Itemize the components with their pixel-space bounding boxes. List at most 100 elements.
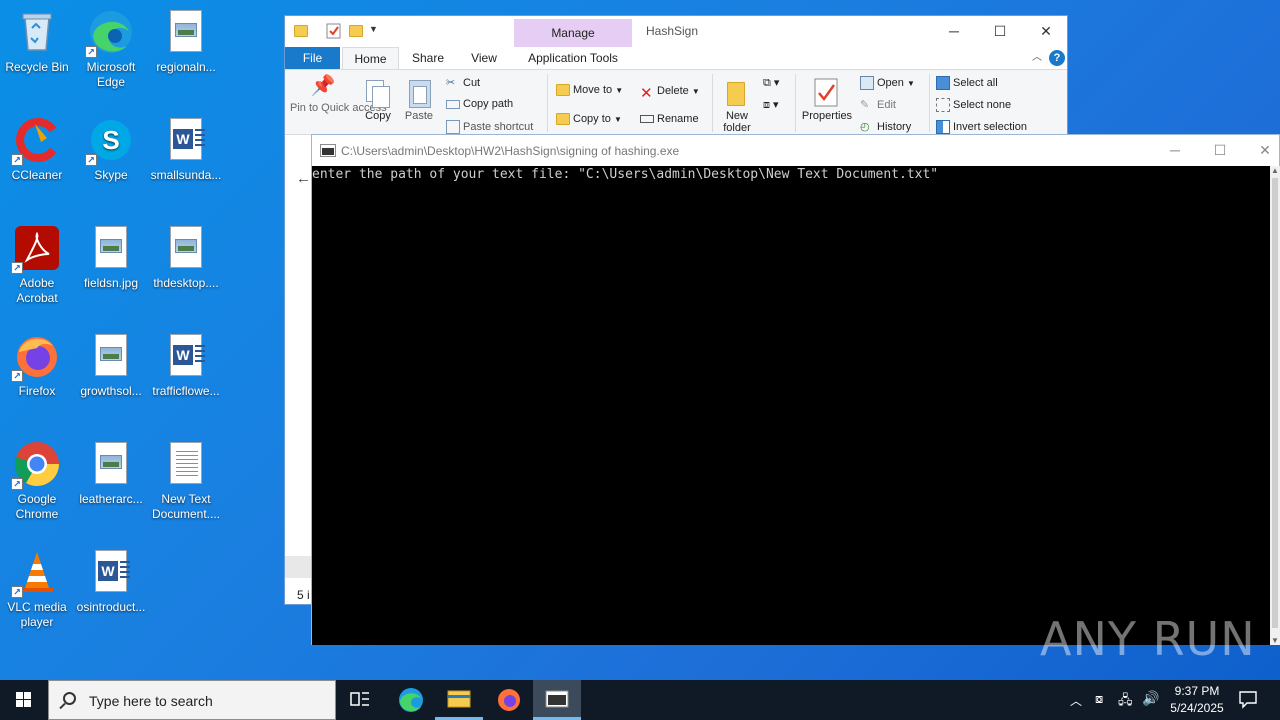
scrollbar-thumb[interactable] bbox=[1272, 178, 1278, 628]
cut-label: Cut bbox=[463, 76, 481, 89]
console-output[interactable]: enter the path of your text file: "C:\Us… bbox=[312, 166, 1270, 645]
desktop-icon-word-file[interactable]: W osintroduct... bbox=[74, 548, 148, 615]
folder-copy-icon bbox=[556, 113, 570, 126]
minimize-button[interactable]: ─ bbox=[1152, 135, 1198, 165]
pin-to-quick-access-button[interactable]: 📌 Pin to Quick access bbox=[290, 76, 387, 114]
desktop-icon-label: New Text Document.... bbox=[151, 492, 221, 521]
taskbar-search-box[interactable]: Type here to search bbox=[48, 680, 336, 720]
maximize-button[interactable]: ☐ bbox=[1197, 135, 1243, 165]
navigation-pane-scrollbar[interactable] bbox=[285, 556, 313, 578]
desktop-icon-microsoft-edge[interactable]: ↗ Microsoft Edge bbox=[74, 8, 148, 90]
ribbon-separator bbox=[547, 74, 548, 132]
chevron-down-icon[interactable]: ▼ bbox=[369, 24, 385, 40]
rename-button[interactable]: Rename bbox=[640, 113, 699, 125]
help-icon[interactable]: ? bbox=[1049, 50, 1065, 66]
move-to-button[interactable]: Move to ▼ bbox=[556, 84, 623, 97]
task-view-button[interactable] bbox=[336, 680, 384, 720]
status-bar-item-count: 5 i bbox=[285, 586, 313, 604]
paste-shortcut-button[interactable]: Paste shortcut bbox=[446, 120, 533, 134]
desktop-icon-label: regionaln... bbox=[156, 60, 216, 74]
desktop-icon-image-file[interactable]: growthsol... bbox=[74, 332, 148, 399]
taskbar-edge-button[interactable] bbox=[387, 680, 435, 720]
properties-icon bbox=[799, 78, 855, 110]
start-button[interactable] bbox=[0, 680, 48, 720]
console-scrollbar[interactable]: ▲ ▼ bbox=[1270, 166, 1280, 645]
desktop-icon-firefox[interactable]: ↗ Firefox bbox=[0, 332, 74, 399]
tab-view[interactable]: View bbox=[459, 47, 509, 69]
easy-access-icon[interactable]: ⧈ ▾ bbox=[763, 98, 779, 112]
open-button[interactable]: Open ▼ bbox=[860, 76, 915, 90]
desktop-icon-vlc-media-player[interactable]: ↗ VLC media player bbox=[0, 548, 74, 630]
taskbar-firefox-button[interactable] bbox=[485, 680, 533, 720]
ribbon-separator bbox=[712, 74, 713, 132]
desktop-icon-google-chrome[interactable]: ↗ Google Chrome bbox=[0, 440, 74, 522]
desktop-icon-word-file[interactable]: W smallsunda... bbox=[149, 116, 223, 183]
properties-check-icon[interactable] bbox=[326, 23, 342, 39]
tab-share[interactable]: Share bbox=[403, 47, 453, 69]
desktop-icon-skype[interactable]: S ↗ Skype bbox=[74, 116, 148, 183]
clock-date: 5/24/2025 bbox=[1170, 701, 1224, 715]
anyrun-watermark: ANY RUN bbox=[1040, 612, 1256, 666]
tab-home[interactable]: Home bbox=[342, 47, 399, 69]
shortcut-arrow-icon: ↗ bbox=[11, 262, 23, 274]
network-icon[interactable]: 🖧 bbox=[1118, 691, 1133, 720]
clock[interactable]: 9:37 PM 5/24/2025 bbox=[1164, 683, 1230, 720]
history-button[interactable]: ◴ History bbox=[860, 120, 911, 134]
desktop-icon-image-file[interactable]: fieldsn.jpg bbox=[74, 224, 148, 291]
desktop-icon-image-file[interactable]: leatherarc... bbox=[74, 440, 148, 507]
desktop-icon-image-file[interactable]: thdesktop.... bbox=[149, 224, 223, 291]
chevron-up-icon[interactable]: ︿ bbox=[1029, 47, 1045, 69]
adobe-acrobat-icon: ↗ bbox=[11, 224, 61, 274]
tab-application-tools[interactable]: Application Tools bbox=[514, 47, 632, 69]
new-folder-button[interactable]: New folder bbox=[717, 78, 757, 134]
search-placeholder: Type here to search bbox=[89, 693, 213, 709]
new-item-icon[interactable]: ⧉ ▾ bbox=[763, 76, 779, 90]
skype-icon: S ↗ bbox=[85, 116, 135, 166]
word-document-icon: W bbox=[162, 116, 210, 164]
history-clock-icon: ◴ bbox=[860, 121, 870, 133]
paste-button[interactable]: Paste bbox=[401, 78, 437, 122]
tab-file[interactable]: File bbox=[285, 47, 340, 69]
minimize-button[interactable]: ─ bbox=[931, 16, 977, 46]
invert-selection-label: Invert selection bbox=[953, 120, 1027, 133]
shortcut-arrow-icon: ↗ bbox=[11, 154, 23, 166]
back-arrow-icon[interactable]: ← bbox=[296, 170, 311, 187]
cut-button[interactable]: ✂ Cut bbox=[446, 76, 480, 90]
desktop-icon-image-file[interactable]: regionaln... bbox=[149, 8, 223, 75]
desktop-icon-ccleaner[interactable]: ↗ CCleaner bbox=[0, 116, 74, 183]
ccleaner-icon: ↗ bbox=[11, 116, 61, 166]
scissors-icon: ✂ bbox=[446, 77, 456, 89]
select-none-button[interactable]: Select none bbox=[936, 98, 1011, 112]
notification-center-icon[interactable] bbox=[1238, 689, 1258, 709]
scroll-down-arrow-icon[interactable]: ▼ bbox=[1271, 636, 1279, 645]
maximize-button[interactable]: ☐ bbox=[977, 16, 1023, 46]
desktop-icon-text-file[interactable]: New Text Document.... bbox=[149, 440, 223, 522]
delete-button[interactable]: ✕ Delete ▼ bbox=[640, 84, 700, 102]
copy-path-button[interactable]: Copy path bbox=[446, 98, 513, 110]
svg-text:S: S bbox=[102, 125, 119, 155]
copy-button[interactable]: Copy bbox=[360, 78, 396, 122]
copy-to-label: Copy to bbox=[573, 113, 611, 125]
desktop-icon-recycle-bin[interactable]: Recycle Bin bbox=[0, 8, 74, 75]
properties-button[interactable]: Properties bbox=[799, 78, 855, 122]
ribbon-separator bbox=[795, 74, 796, 132]
shortcut-arrow-icon: ↗ bbox=[85, 154, 97, 166]
volume-icon[interactable]: 🔊 bbox=[1142, 690, 1159, 720]
new-folder-icon[interactable] bbox=[349, 25, 363, 37]
close-button[interactable]: ✕ bbox=[1242, 135, 1280, 165]
desktop-icon-adobe-acrobat[interactable]: ↗ Adobe Acrobat bbox=[0, 224, 74, 306]
taskbar-console-button[interactable] bbox=[533, 680, 581, 720]
edit-button[interactable]: ✎ Edit bbox=[860, 98, 896, 112]
scroll-up-arrow-icon[interactable]: ▲ bbox=[1271, 166, 1279, 175]
tab-manage[interactable]: Manage bbox=[514, 19, 632, 47]
desktop-icon-label: Firefox bbox=[18, 384, 56, 398]
desktop-icon-word-file[interactable]: W trafficflowe... bbox=[149, 332, 223, 399]
meet-now-icon[interactable]: ⧇ bbox=[1095, 691, 1103, 720]
shortcut-arrow-icon: ↗ bbox=[11, 370, 23, 382]
close-button[interactable]: ✕ bbox=[1023, 16, 1069, 46]
taskbar-file-explorer-button[interactable] bbox=[435, 680, 483, 720]
show-hidden-icons-chevron-icon[interactable]: ︿ bbox=[1070, 692, 1082, 720]
select-all-button[interactable]: Select all bbox=[936, 76, 998, 90]
copy-to-button[interactable]: Copy to ▼ bbox=[556, 113, 622, 126]
invert-selection-button[interactable]: Invert selection bbox=[936, 120, 1027, 134]
